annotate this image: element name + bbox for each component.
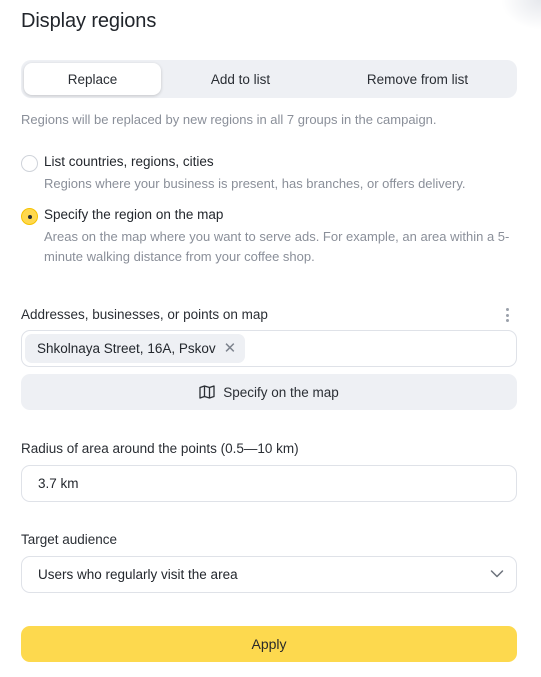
chevron-down-icon xyxy=(490,570,504,578)
option-label: List countries, regions, cities xyxy=(44,154,214,169)
apply-button[interactable]: Apply xyxy=(21,626,517,662)
audience-select[interactable]: Users who regularly visit the area xyxy=(21,556,517,593)
address-chip: Shkolnaya Street, 16A, Pskov ✕ xyxy=(25,334,246,363)
kebab-icon[interactable] xyxy=(502,307,512,323)
option-label: Specify the region on the map xyxy=(44,207,224,222)
option-description: Areas on the map where you want to serve… xyxy=(44,229,510,264)
radio-list-regions[interactable] xyxy=(21,155,38,172)
radius-value: 3.7 km xyxy=(38,476,79,491)
mode-tabs: Replace Add to list Remove from list xyxy=(21,60,517,98)
close-icon[interactable]: ✕ xyxy=(224,341,237,356)
audience-value: Users who regularly visit the area xyxy=(38,567,238,582)
addresses-input[interactable]: Shkolnaya Street, 16A, Pskov ✕ xyxy=(21,330,517,367)
replace-hint: Regions will be replaced by new regions … xyxy=(21,112,437,127)
radius-input[interactable]: 3.7 km xyxy=(21,465,517,502)
option-description: Regions where your business is present, … xyxy=(44,176,466,191)
radio-map-region[interactable] xyxy=(21,208,38,225)
map-icon xyxy=(199,385,215,399)
map-button-label: Specify on the map xyxy=(223,384,339,400)
tab-replace[interactable]: Replace xyxy=(24,63,161,95)
page-title: Display regions xyxy=(21,10,157,32)
specify-on-map-button[interactable]: Specify on the map xyxy=(21,374,517,410)
radius-label: Radius of area around the points (0.5—10… xyxy=(21,441,299,456)
audience-label: Target audience xyxy=(21,532,118,547)
tab-add-to-list[interactable]: Add to list xyxy=(173,63,308,95)
corner-shadow xyxy=(501,0,541,30)
tab-remove-from-list[interactable]: Remove from list xyxy=(321,63,514,95)
addresses-label: Addresses, businesses, or points on map xyxy=(21,307,268,322)
address-chip-label: Shkolnaya Street, 16A, Pskov xyxy=(37,341,216,356)
